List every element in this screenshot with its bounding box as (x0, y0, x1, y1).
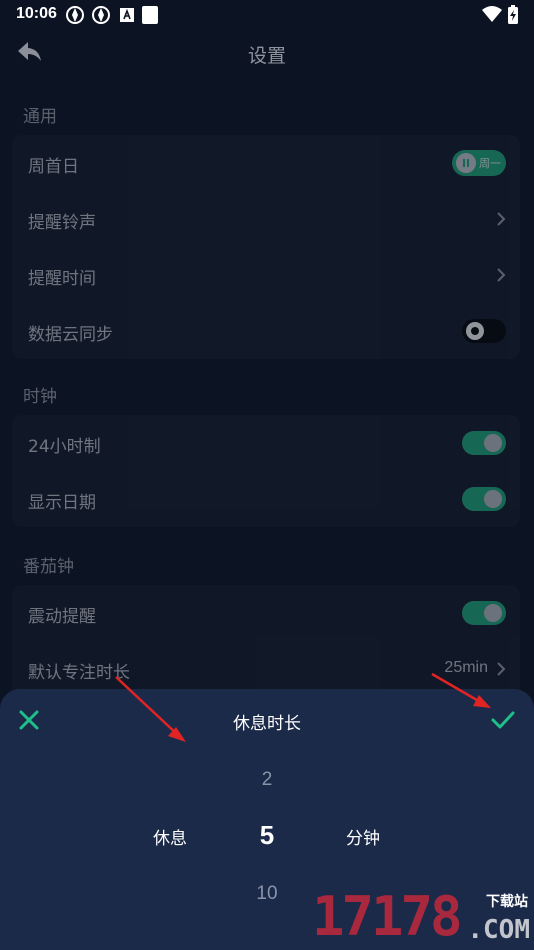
week-start-toggle[interactable]: 周一 (452, 150, 506, 176)
row-vibrate[interactable]: 震动提醒 (12, 585, 520, 641)
battery-charging-icon (508, 5, 518, 24)
row-week-start[interactable]: 周首日 周一 (12, 135, 520, 191)
chevron-right-icon (497, 212, 506, 226)
row-cloud-sync[interactable]: 数据云同步 (12, 303, 520, 359)
wifi-icon (482, 6, 502, 22)
row-24h[interactable]: 24小时制 (12, 415, 520, 471)
watermark: 17178 下载站 .COM (312, 885, 534, 950)
picker-value-prev[interactable]: 2 (0, 769, 534, 791)
row-label: 默认专注时长 (28, 663, 130, 683)
toggle-knob (484, 490, 502, 508)
row-label: 震动提醒 (28, 607, 96, 627)
row-label: 提醒铃声 (28, 213, 96, 233)
row-show-date[interactable]: 显示日期 (12, 471, 520, 527)
row-label: 24小时制 (28, 437, 101, 457)
card-general: 周首日 周一 提醒铃声 提醒时间 数据云同步 (12, 135, 520, 359)
blank-app-icon (142, 6, 158, 24)
page-title: 设置 (247, 45, 286, 67)
show-date-toggle[interactable] (462, 487, 506, 511)
cloud-sync-toggle[interactable] (462, 319, 506, 343)
status-time: 10:06 (16, 5, 57, 22)
app-header: 设置 (0, 30, 534, 76)
section-title-pomodoro: 番茄钟 (23, 557, 74, 577)
chevron-right-icon (497, 662, 506, 676)
toggle-knob (466, 322, 484, 340)
picker-unit-label: 分钟 (346, 829, 380, 849)
chevron-right-icon (497, 268, 506, 282)
section-title-general: 通用 (23, 107, 57, 127)
toggle-knob (484, 434, 502, 452)
app-notification-icon (92, 6, 110, 24)
h24-toggle[interactable] (462, 431, 506, 455)
font-app-icon (120, 8, 134, 22)
picker-value-selected[interactable]: 5 (0, 820, 534, 851)
focus-duration-value: 25min (444, 659, 488, 676)
row-label: 数据云同步 (28, 325, 113, 345)
toggle-knob (484, 604, 502, 622)
section-title-clock: 时钟 (23, 387, 57, 407)
row-ringtone[interactable]: 提醒铃声 (12, 191, 520, 247)
watermark-number: 17178 (312, 885, 463, 948)
row-label: 显示日期 (28, 493, 96, 513)
row-reminder-time[interactable]: 提醒时间 (12, 247, 520, 303)
status-bar: 10:06 (0, 0, 534, 30)
card-clock: 24小时制 显示日期 (12, 415, 520, 527)
pause-icon (456, 153, 476, 173)
row-label: 周首日 (28, 157, 79, 177)
check-icon[interactable] (490, 709, 516, 731)
sheet-title: 休息时长 (233, 714, 301, 734)
watermark-site: 下载站 (486, 894, 528, 910)
vibrate-toggle[interactable] (462, 601, 506, 625)
watermark-domain: .COM (467, 915, 530, 945)
week-start-value: 周一 (479, 157, 501, 170)
app-notification-icon (66, 6, 84, 24)
row-label: 提醒时间 (28, 269, 96, 289)
